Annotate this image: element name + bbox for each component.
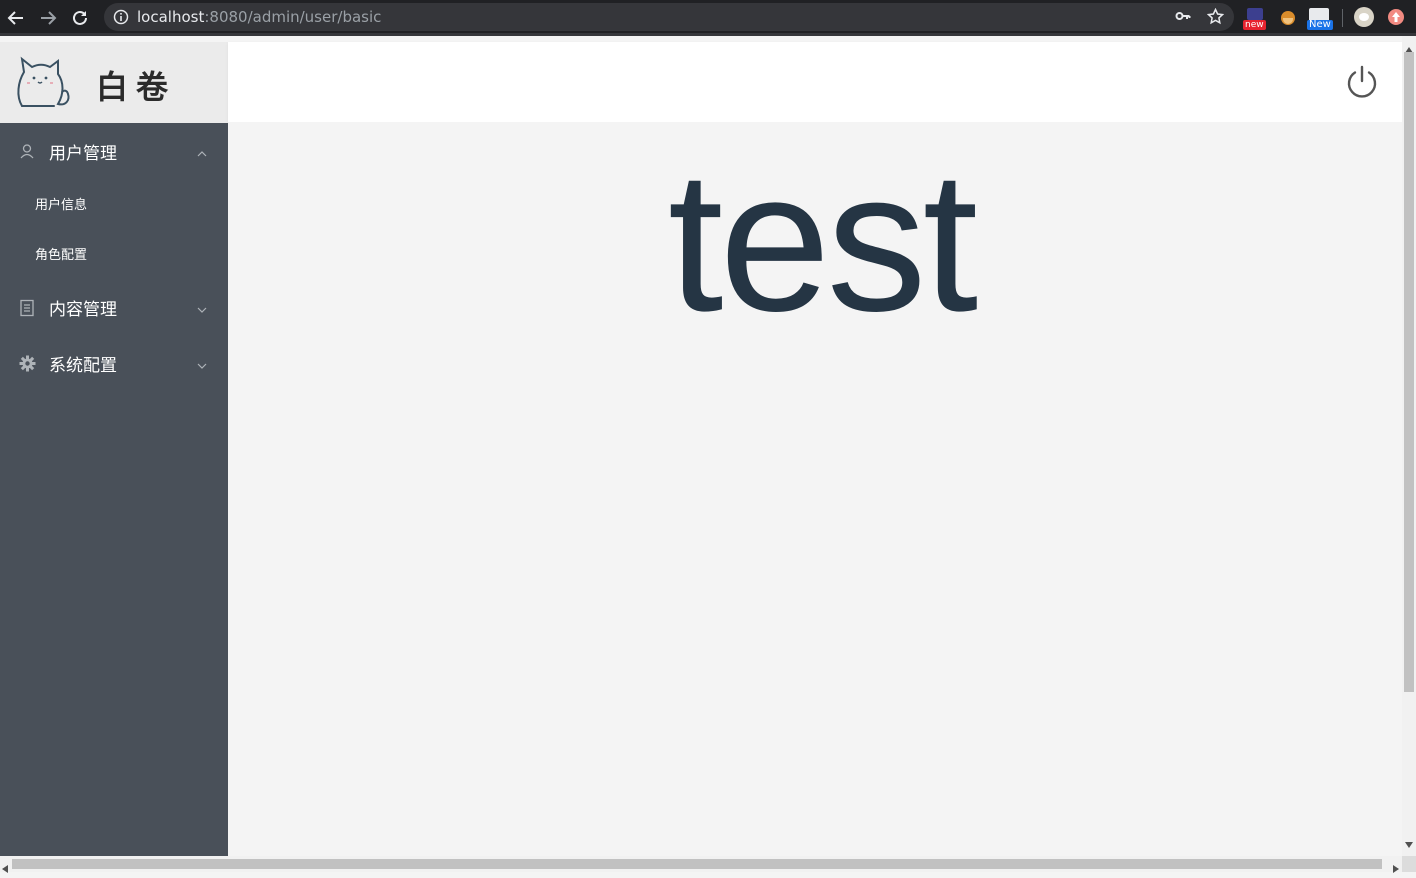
vertical-scrollbar[interactable] [1402, 36, 1416, 856]
scrollbar-corner [1402, 856, 1416, 872]
star-icon[interactable] [1206, 7, 1225, 30]
logo-text: 白卷 [96, 68, 177, 106]
key-icon[interactable] [1175, 8, 1191, 29]
menu-group-label: 用户管理 [49, 144, 117, 164]
scroll-down-icon[interactable] [1405, 835, 1413, 853]
site-info-icon[interactable] [113, 9, 129, 30]
horizontal-scroll-thumb[interactable] [12, 859, 1382, 869]
menu-item-label: 用户信息 [35, 198, 88, 213]
url-text: localhost:8080/admin/user/basic [137, 8, 382, 26]
menu-group-user-management[interactable]: 用户管理 [0, 123, 228, 179]
menu-group-label: 内容管理 [49, 300, 117, 320]
scroll-right-icon[interactable] [1393, 860, 1399, 878]
extension-cookie-icon[interactable] [1277, 6, 1301, 30]
browser-toolbar: localhost:8080/admin/user/basic new New [0, 0, 1416, 36]
scroll-left-icon[interactable] [2, 860, 8, 878]
reload-icon[interactable] [70, 8, 90, 28]
cat-logo-icon [14, 56, 72, 115]
user-icon [19, 143, 35, 164]
sidebar-menu: 用户管理 用户信息 角色配置 内容管理 系统配置 [0, 123, 228, 391]
menu-item-user-info[interactable]: 用户信息 [0, 179, 228, 229]
horizontal-scrollbar[interactable] [0, 856, 1402, 873]
main-heading: test [667, 130, 978, 353]
main-content: test [228, 122, 1402, 856]
chevron-up-icon [197, 145, 207, 163]
power-icon[interactable] [1344, 64, 1380, 105]
document-icon [19, 299, 35, 322]
toolbar-divider [1342, 9, 1343, 27]
logo-area[interactable]: 白卷 [0, 42, 228, 123]
sidebar: 白卷 用户管理 用户信息 角色配置 内容管理 系统配置 [0, 42, 228, 856]
update-icon[interactable] [1385, 6, 1409, 30]
vertical-scroll-thumb[interactable] [1404, 52, 1414, 692]
menu-item-role-config[interactable]: 角色配置 [0, 229, 228, 279]
chevron-down-icon [197, 301, 207, 319]
extension-ia-icon[interactable]: new [1243, 6, 1267, 30]
extension-badge: new [1243, 20, 1266, 30]
extension-badge: New [1307, 19, 1333, 30]
top-header [228, 42, 1402, 122]
chevron-down-icon [197, 357, 207, 375]
menu-item-label: 角色配置 [35, 248, 88, 263]
extension-news-icon[interactable]: New [1307, 6, 1333, 30]
forward-icon[interactable] [38, 8, 58, 28]
gear-icon [19, 355, 36, 377]
profile-avatar[interactable] [1353, 6, 1377, 30]
menu-group-label: 系统配置 [49, 356, 117, 376]
menu-group-system-config[interactable]: 系统配置 [0, 335, 228, 391]
menu-group-content-management[interactable]: 内容管理 [0, 279, 228, 335]
back-icon[interactable] [6, 8, 26, 28]
address-bar[interactable]: localhost:8080/admin/user/basic [104, 3, 1234, 31]
